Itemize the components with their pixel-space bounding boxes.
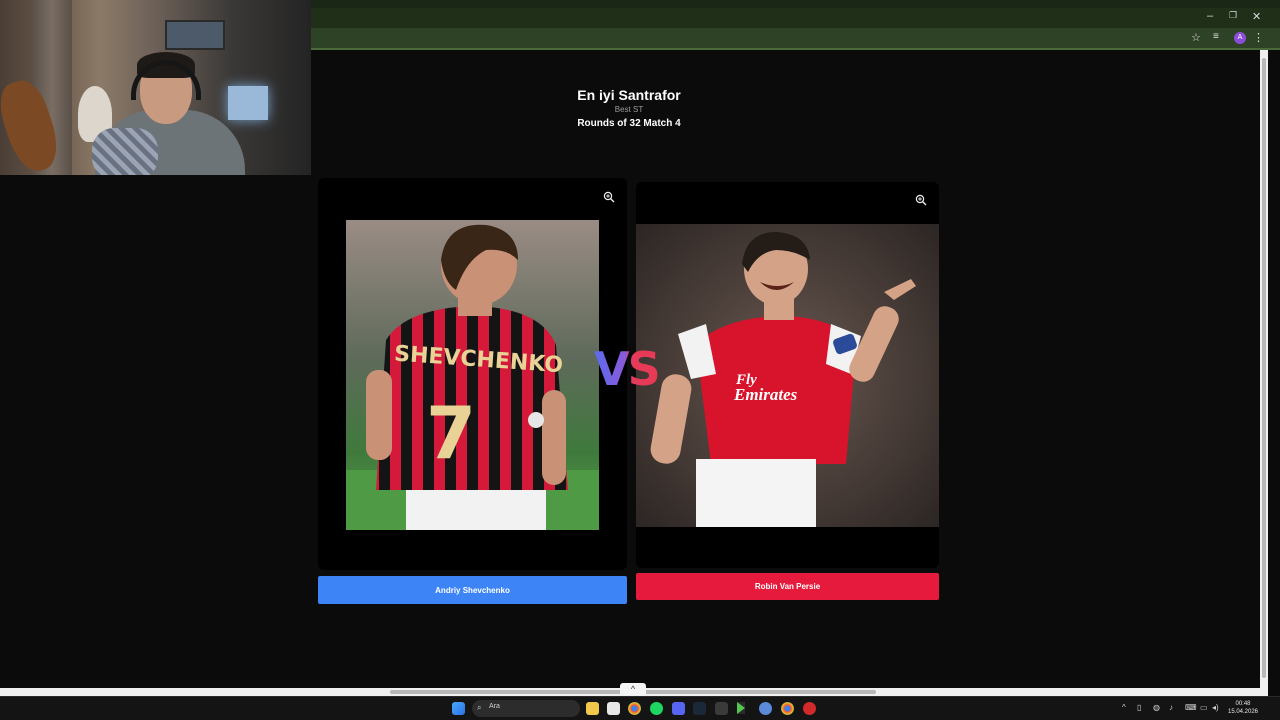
chrome-profile-icon[interactable] xyxy=(781,702,794,715)
app-icon[interactable] xyxy=(759,702,772,715)
webcam-streamer-arm xyxy=(92,128,158,175)
play-icon[interactable] xyxy=(737,702,745,714)
star-icon[interactable]: ☆ xyxy=(1191,31,1201,44)
network-app-icon[interactable]: ◍ xyxy=(1153,703,1160,712)
close-icon[interactable]: ✕ xyxy=(1252,10,1261,23)
monitor-icon[interactable]: ▭ xyxy=(1200,703,1208,712)
epic-games-icon[interactable] xyxy=(715,702,728,715)
battery-icon[interactable]: ▯ xyxy=(1137,703,1141,712)
round-label: Rounds of 32 Match 4 xyxy=(577,118,681,129)
svg-text:7: 7 xyxy=(426,391,476,475)
restore-icon[interactable]: ❐ xyxy=(1229,10,1237,21)
minimize-icon[interactable]: – xyxy=(1207,10,1213,22)
page-title: En iyi Santrafor xyxy=(577,87,681,103)
taskbar-search[interactable]: ⌕ Ara xyxy=(472,700,580,717)
clock-time: 00:48 xyxy=(1235,701,1251,707)
chevron-up-icon[interactable]: ^ xyxy=(620,683,646,695)
file-explorer-icon[interactable] xyxy=(586,702,599,715)
tab-strip: – ❐ ✕ xyxy=(311,8,1280,28)
zoom-in-icon[interactable] xyxy=(915,194,927,206)
search-placeholder: Ara xyxy=(489,703,500,710)
menu-icon[interactable]: ⋮ xyxy=(1253,31,1264,44)
search-icon: ⌕ xyxy=(477,703,482,712)
webcam-wall-frame xyxy=(165,20,225,50)
clock[interactable]: 00:48 15.04.2026 xyxy=(1225,700,1261,716)
player-photo-van-persie: Fly Emirates xyxy=(636,224,939,527)
webcam-monitor xyxy=(228,86,268,120)
vote-button-right[interactable]: Robin Van Persie xyxy=(636,573,939,600)
vote-button-left[interactable]: Andriy Shevchenko xyxy=(318,576,627,604)
windows-start-icon[interactable] xyxy=(452,702,465,715)
browser-toolbar: ☆ ≡ A ⋮ xyxy=(311,28,1280,50)
clock-date: 15.04.2026 xyxy=(1227,709,1259,715)
vs-label: VS xyxy=(594,342,661,396)
profile-icon[interactable]: A xyxy=(1234,32,1246,44)
chevron-up-icon[interactable]: ^ xyxy=(1122,703,1126,712)
keyboard-icon[interactable]: ⌨ xyxy=(1185,703,1197,712)
screen: – ❐ ✕ ☆ ≡ A ⋮ En iyi Santrafor Best ST R… xyxy=(0,0,1280,720)
candidate-card-right[interactable]: Fly Emirates xyxy=(636,182,939,568)
chrome-icon[interactable] xyxy=(628,702,641,715)
page-subtitle: Best ST xyxy=(614,105,644,114)
candidate-photo-right: Fly Emirates xyxy=(636,224,939,527)
obs-icon[interactable] xyxy=(803,702,816,715)
discord-icon[interactable] xyxy=(672,702,685,715)
taskbar: ⌕ Ara ^ ▯ ◍ ♪ ⌨ ▭ ◂) 00:48 15.04.2026 xyxy=(0,696,1280,720)
vertical-scrollbar[interactable] xyxy=(1260,50,1268,688)
zoom-in-icon[interactable] xyxy=(603,191,615,203)
svg-text:Emirates: Emirates xyxy=(733,385,798,404)
page-header: En iyi Santrafor Best ST Rounds of 32 Ma… xyxy=(529,86,729,131)
scroll-thumb[interactable] xyxy=(1262,58,1266,678)
player-photo-shevchenko: SHEVCHENKO 7 xyxy=(346,220,599,530)
browser-chrome: – ❐ ✕ ☆ ≡ A ⋮ xyxy=(311,0,1280,50)
volume-icon[interactable]: ◂) xyxy=(1212,703,1219,712)
steam-icon[interactable] xyxy=(693,702,706,715)
microphone-icon[interactable]: ♪ xyxy=(1169,703,1173,712)
candidate-card-left[interactable]: SHEVCHENKO 7 xyxy=(318,178,627,570)
media-icon[interactable]: ≡ xyxy=(1213,31,1219,42)
store-icon[interactable] xyxy=(607,702,620,715)
spotify-icon[interactable] xyxy=(650,702,663,715)
webcam-overlay xyxy=(0,0,311,175)
candidate-photo-left: SHEVCHENKO 7 xyxy=(346,220,599,530)
